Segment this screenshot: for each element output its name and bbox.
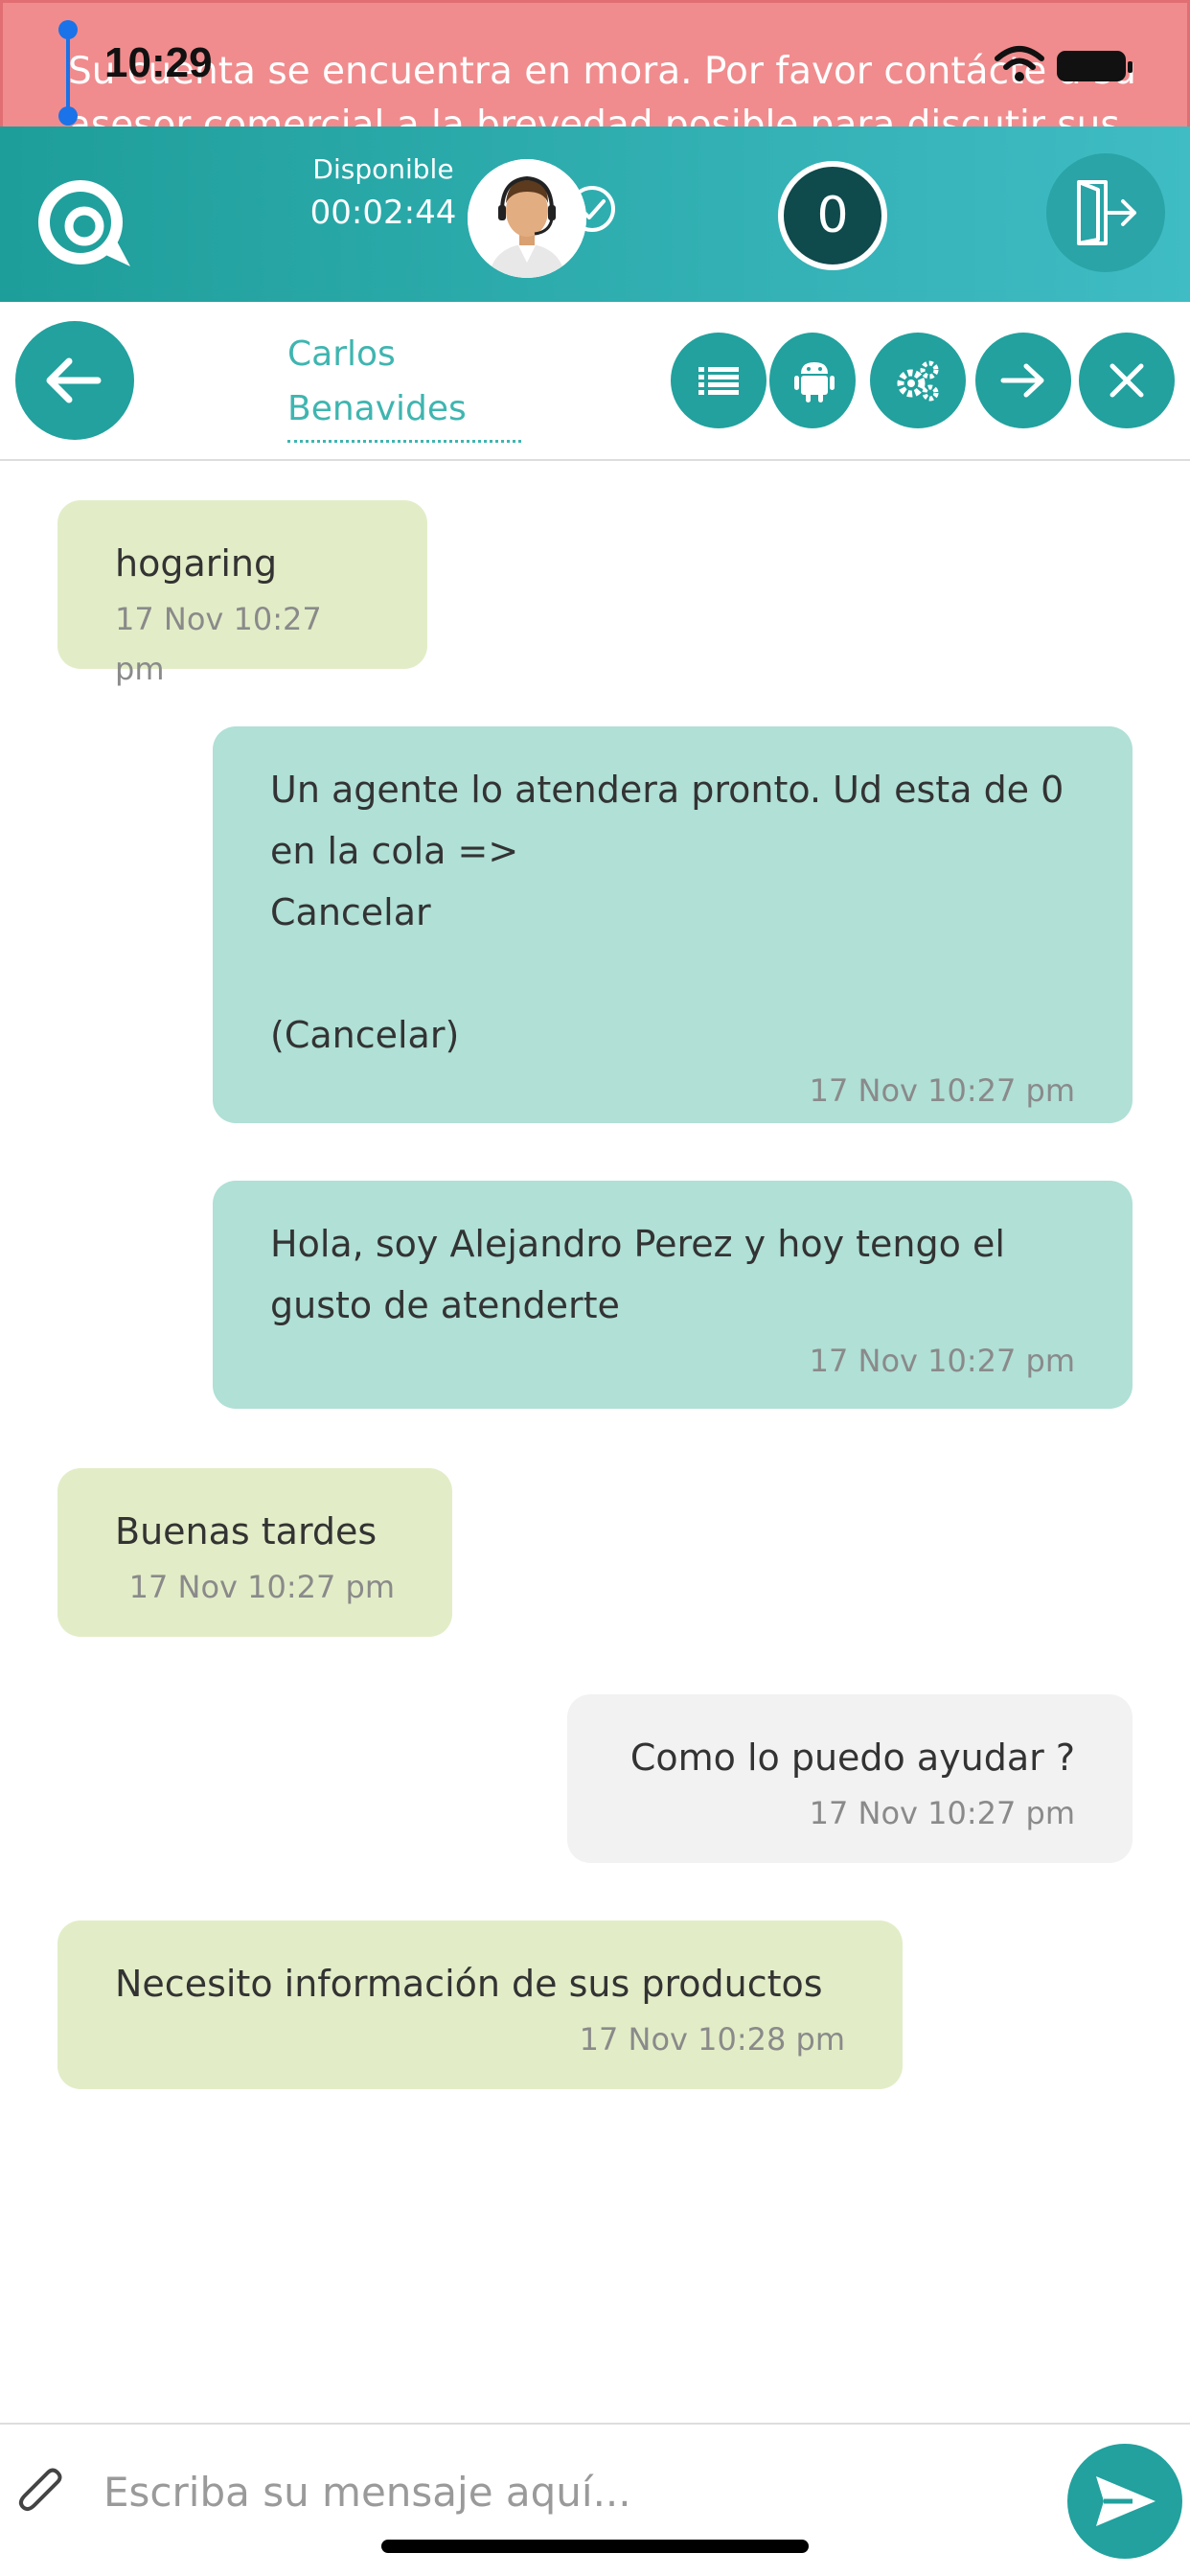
message-time: 17 Nov 10:27 pm (809, 1072, 1075, 1109)
message-time: 17 Nov 10:27 pm (809, 1343, 1075, 1379)
message-composer (0, 2423, 1190, 2576)
message-input[interactable] (103, 2453, 1023, 2530)
message-text: Necesito información de sus productos (115, 1963, 823, 2005)
app-header: Disponible 00:02:44 0 (0, 126, 1190, 302)
android-icon (794, 362, 835, 402)
message-time: 17 Nov 10:28 pm (579, 2021, 845, 2058)
wifi-icon (995, 46, 1044, 81)
contact-name-link[interactable]: Carlos Benavides (287, 327, 521, 443)
transfer-button[interactable] (975, 333, 1071, 428)
debt-warning-banner: Su cuenta se encuentra en mora. Por favo… (0, 0, 1190, 126)
settings-button[interactable] (870, 333, 966, 428)
list-icon (698, 367, 739, 395)
logout-icon (1077, 180, 1136, 245)
session-timer: 00:02:44 (309, 194, 457, 232)
logout-button[interactable] (1046, 153, 1165, 272)
list-button[interactable] (671, 333, 767, 428)
chat-screen: Su cuenta se encuentra en mora. Por favo… (0, 0, 1190, 2576)
close-chat-button[interactable] (1079, 333, 1175, 428)
message-bubble-outgoing: Un agente lo atendera pronto. Ud esta de… (213, 726, 1133, 1123)
message-text: Un agente lo atendera pronto. Ud esta de… (270, 769, 1064, 1056)
message-text: Buenas tardes (115, 1510, 378, 1552)
back-arrow-icon (46, 357, 102, 403)
back-button[interactable] (15, 321, 134, 440)
queue-counter[interactable]: 0 (778, 161, 887, 270)
message-text: Como lo puedo ayudar ? (629, 1736, 1075, 1779)
chat-toolbar: Carlos Benavides (0, 302, 1190, 461)
text-selection-handle[interactable] (58, 20, 78, 126)
message-bubble-incoming: Buenas tardes 17 Nov 10:27 pm (57, 1468, 452, 1637)
message-text: hogaring (115, 542, 278, 585)
send-button[interactable] (1067, 2444, 1182, 2559)
battery-icon (1057, 51, 1133, 81)
agent-status-label[interactable]: Disponible (287, 153, 479, 185)
android-button[interactable] (769, 333, 856, 428)
status-bar-time: 10:29 (104, 39, 213, 86)
brand-logo-icon (38, 180, 130, 266)
message-time: 17 Nov 10:27 pm (115, 601, 322, 687)
cogs-icon (897, 360, 939, 402)
forward-arrow-icon (1000, 363, 1044, 398)
send-icon (1096, 2476, 1156, 2526)
message-bubble-outgoing: Hola, soy Alejandro Perez y hoy tengo el… (213, 1181, 1133, 1409)
message-time: 17 Nov 10:27 pm (809, 1795, 1075, 1831)
message-text: Hola, soy Alejandro Perez y hoy tengo el… (270, 1223, 1005, 1326)
message-bubble-incoming: hogaring 17 Nov 10:27 pm (57, 500, 427, 687)
home-indicator[interactable] (381, 2540, 809, 2553)
message-time: 17 Nov 10:27 pm (128, 1569, 395, 1605)
message-bubble-outgoing: Como lo puedo ayudar ? 17 Nov 10:27 pm (567, 1694, 1133, 1863)
paperclip-icon[interactable] (15, 2463, 67, 2520)
message-bubble-incoming: Necesito información de sus productos 17… (57, 1920, 903, 2089)
check-circle-icon (569, 186, 615, 232)
close-icon (1110, 363, 1144, 398)
